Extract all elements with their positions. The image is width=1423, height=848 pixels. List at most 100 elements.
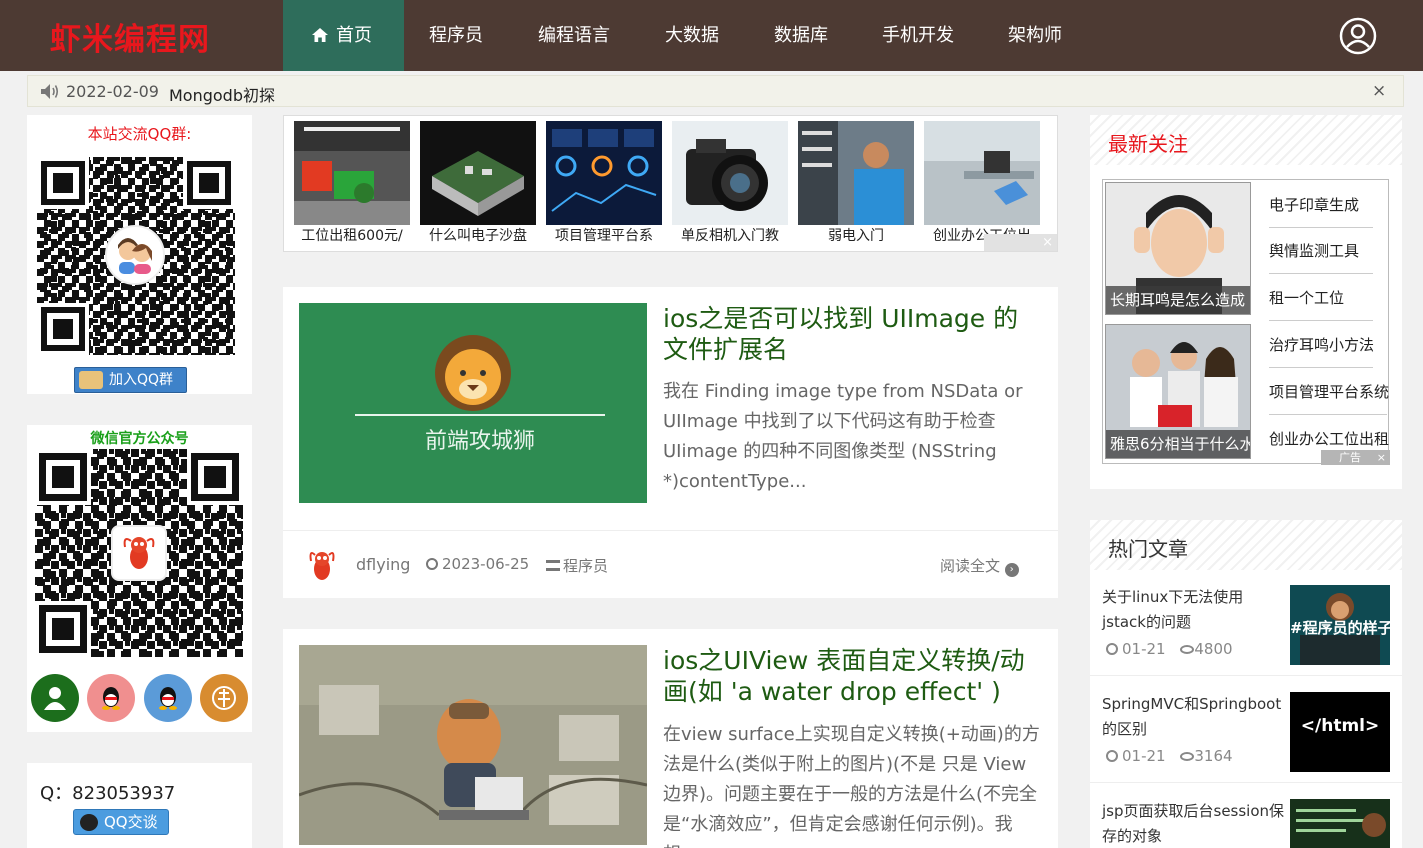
hot-article-item[interactable]: jsp页面获取后台session保存的对象 (1090, 784, 1402, 848)
ad-image (294, 121, 410, 225)
weibo-icon[interactable] (200, 674, 248, 722)
ad-item[interactable]: 项目管理平台系 (546, 121, 662, 247)
ad-item[interactable]: 创业办公工位出 (924, 121, 1040, 247)
latest-link[interactable]: 项目管理平台系统 (1269, 369, 1389, 415)
shrimp-logo-icon (111, 525, 167, 581)
notice-bar: 2022-02-09 Mongodb初探 × (27, 75, 1404, 107)
date-text: 2023-06-25 (442, 555, 530, 573)
user-circle-icon[interactable] (1339, 17, 1377, 55)
nav-item-languages[interactable]: 编程语言 (512, 0, 639, 71)
ad-caption: 什么叫电子沙盘 (429, 228, 527, 244)
latest-picture[interactable]: 长期耳鸣是怎么造成 (1105, 182, 1251, 315)
ad-item[interactable]: 工位出租600元/ (294, 121, 410, 247)
thumbnail-caption: 前端攻城狮 (424, 429, 535, 454)
hot-article-item[interactable]: SpringMVC和Springboot的区别 01-21 3164 </htm… (1090, 677, 1402, 783)
ad-label-text: 广告 (1339, 451, 1361, 464)
hot-header: 热门文章 (1090, 520, 1402, 570)
nav-item-programmer[interactable]: 程序员 (404, 0, 512, 71)
ad-caption: 单反相机入门教 (681, 228, 779, 244)
ad-image (924, 121, 1040, 225)
article-title[interactable]: ios之UIView 表面自定义转换/动画(如 'a water drop ef… (663, 645, 1043, 707)
ad-caption: 项目管理平台系 (555, 228, 653, 244)
speaker-icon (41, 84, 59, 99)
eye-icon (1180, 645, 1195, 654)
hot-article-date: 01-21 (1122, 747, 1166, 765)
wechat-box: 微信官方公众号 (27, 425, 252, 732)
nav-item-mobile[interactable]: 手机开发 (855, 0, 982, 71)
article-title[interactable]: ios之是否可以找到 UIImage 的文件扩展名 (663, 303, 1043, 365)
nav-item-home[interactable]: 首页 (283, 0, 404, 71)
clock-icon (1106, 750, 1118, 762)
article-thumbnail[interactable] (299, 645, 647, 845)
ad-caption: 工位出租600元/ (301, 228, 403, 244)
ad-label[interactable]: 广告 × (1321, 450, 1390, 465)
hot-article-views: 4800 (1194, 640, 1233, 658)
hot-thumbnail-text: </html> (1300, 716, 1380, 736)
qq-talk-button[interactable]: QQ交谈 (73, 809, 169, 835)
author-avatar[interactable] (307, 549, 337, 581)
read-more-label: 阅读全文 (940, 557, 1001, 575)
hot-article-meta: 01-21 3164 (1106, 747, 1233, 765)
article-thumbnail[interactable]: 前端攻城狮 (299, 303, 647, 503)
hot-article-thumbnail (1290, 799, 1390, 848)
top-nav-bar: 虾米编程网 首页 程序员 编程语言 大数据 数据库 手机开发 架构师 (0, 0, 1423, 71)
latest-heading: 最新关注 (1108, 132, 1188, 156)
ad-image (798, 121, 914, 225)
article-category[interactable]: 程序员 (546, 555, 608, 576)
qq-group-title: 本站交流QQ群: (87, 125, 192, 143)
hot-article-thumbnail: </html> (1290, 692, 1390, 772)
wechat-title: 微信官方公众号 (90, 431, 189, 447)
ad-caption: 弱电入门 (828, 228, 884, 244)
qq-icon (80, 814, 98, 831)
nav-item-bigdata[interactable]: 大数据 (639, 0, 747, 71)
nav-item-architect[interactable]: 架构师 (982, 0, 1090, 71)
latest-picture-caption: 雅思6分相当于什么水 (1106, 430, 1250, 458)
chevron-right-icon: › (1004, 563, 1019, 577)
latest-link[interactable]: 租一个工位 (1269, 275, 1373, 321)
article-card: ios之UIView 表面自定义转换/动画(如 'a water drop ef… (283, 629, 1058, 848)
ad-item[interactable]: 弱电入门 (798, 121, 914, 247)
ad-strip: 工位出租600元/ 什么叫电子沙盘 项目管理平台系 单反相机入门教 弱电入门 创… (283, 115, 1058, 252)
read-more-link[interactable]: 阅读全文 › (940, 555, 1019, 577)
category-text: 程序员 (563, 557, 609, 575)
qq-group-avatar (105, 225, 165, 285)
article-meta: dflying 2023-06-25 程序员 阅读全文 › (283, 530, 1058, 598)
latest-picture[interactable]: 雅思6分相当于什么水 (1105, 324, 1251, 459)
notice-title[interactable]: Mongodb初探 (169, 82, 275, 106)
hot-article-meta: 01-21 4800 (1106, 640, 1233, 658)
qq-talk-label: QQ交谈 (104, 813, 158, 831)
main-nav: 首页 程序员 编程语言 大数据 数据库 手机开发 架构师 (283, 0, 1090, 71)
close-icon[interactable]: × (1372, 81, 1386, 101)
ad-close-mark[interactable]: × (984, 234, 1057, 251)
author-name[interactable]: dflying (356, 555, 410, 574)
hot-article-title: SpringMVC和Springboot的区别 (1102, 695, 1282, 738)
close-icon[interactable]: × (1042, 234, 1053, 251)
hot-article-date: 01-21 (1122, 640, 1166, 658)
qq-icon[interactable] (144, 674, 192, 722)
home-icon (312, 28, 328, 42)
latest-link[interactable]: 治疗耳鸣小方法 (1269, 322, 1374, 368)
latest-box: 最新关注 长期耳鸣是怎么造成 雅思6分相当于什么水 电子印章生成 舆情监测工具 … (1090, 115, 1402, 489)
clock-icon (426, 558, 438, 570)
latest-header: 最新关注 (1090, 115, 1402, 165)
join-qq-group-button[interactable]: 加入QQ群 (74, 367, 187, 393)
clock-icon (1106, 643, 1118, 655)
user-icon[interactable] (31, 674, 79, 722)
ad-item[interactable]: 单反相机入门教 (672, 121, 788, 247)
site-logo[interactable]: 虾米编程网 (50, 14, 210, 59)
latest-link[interactable]: 舆情监测工具 (1269, 228, 1373, 274)
hot-article-item[interactable]: 关于linux下无法使用jstack的问题 01-21 4800 #程序员的样子… (1090, 570, 1402, 676)
nav-label: 首页 (336, 25, 372, 46)
qq-group-icon (79, 371, 103, 389)
ad-image (672, 121, 788, 225)
close-icon[interactable]: × (1377, 450, 1386, 465)
latest-link[interactable]: 电子印章生成 (1269, 182, 1373, 228)
ad-image (546, 121, 662, 225)
ad-item[interactable]: 什么叫电子沙盘 (420, 121, 536, 247)
nav-item-database[interactable]: 数据库 (747, 0, 855, 71)
eye-icon (1180, 752, 1195, 761)
article-excerpt: 在view surface上实现自定义转换(+动画)的方法是什么(类似于附上的图… (663, 724, 1040, 848)
qq-icon[interactable] (87, 674, 135, 722)
ad-image (420, 121, 536, 225)
hot-article-title: jsp页面获取后台session保存的对象 (1102, 802, 1285, 845)
